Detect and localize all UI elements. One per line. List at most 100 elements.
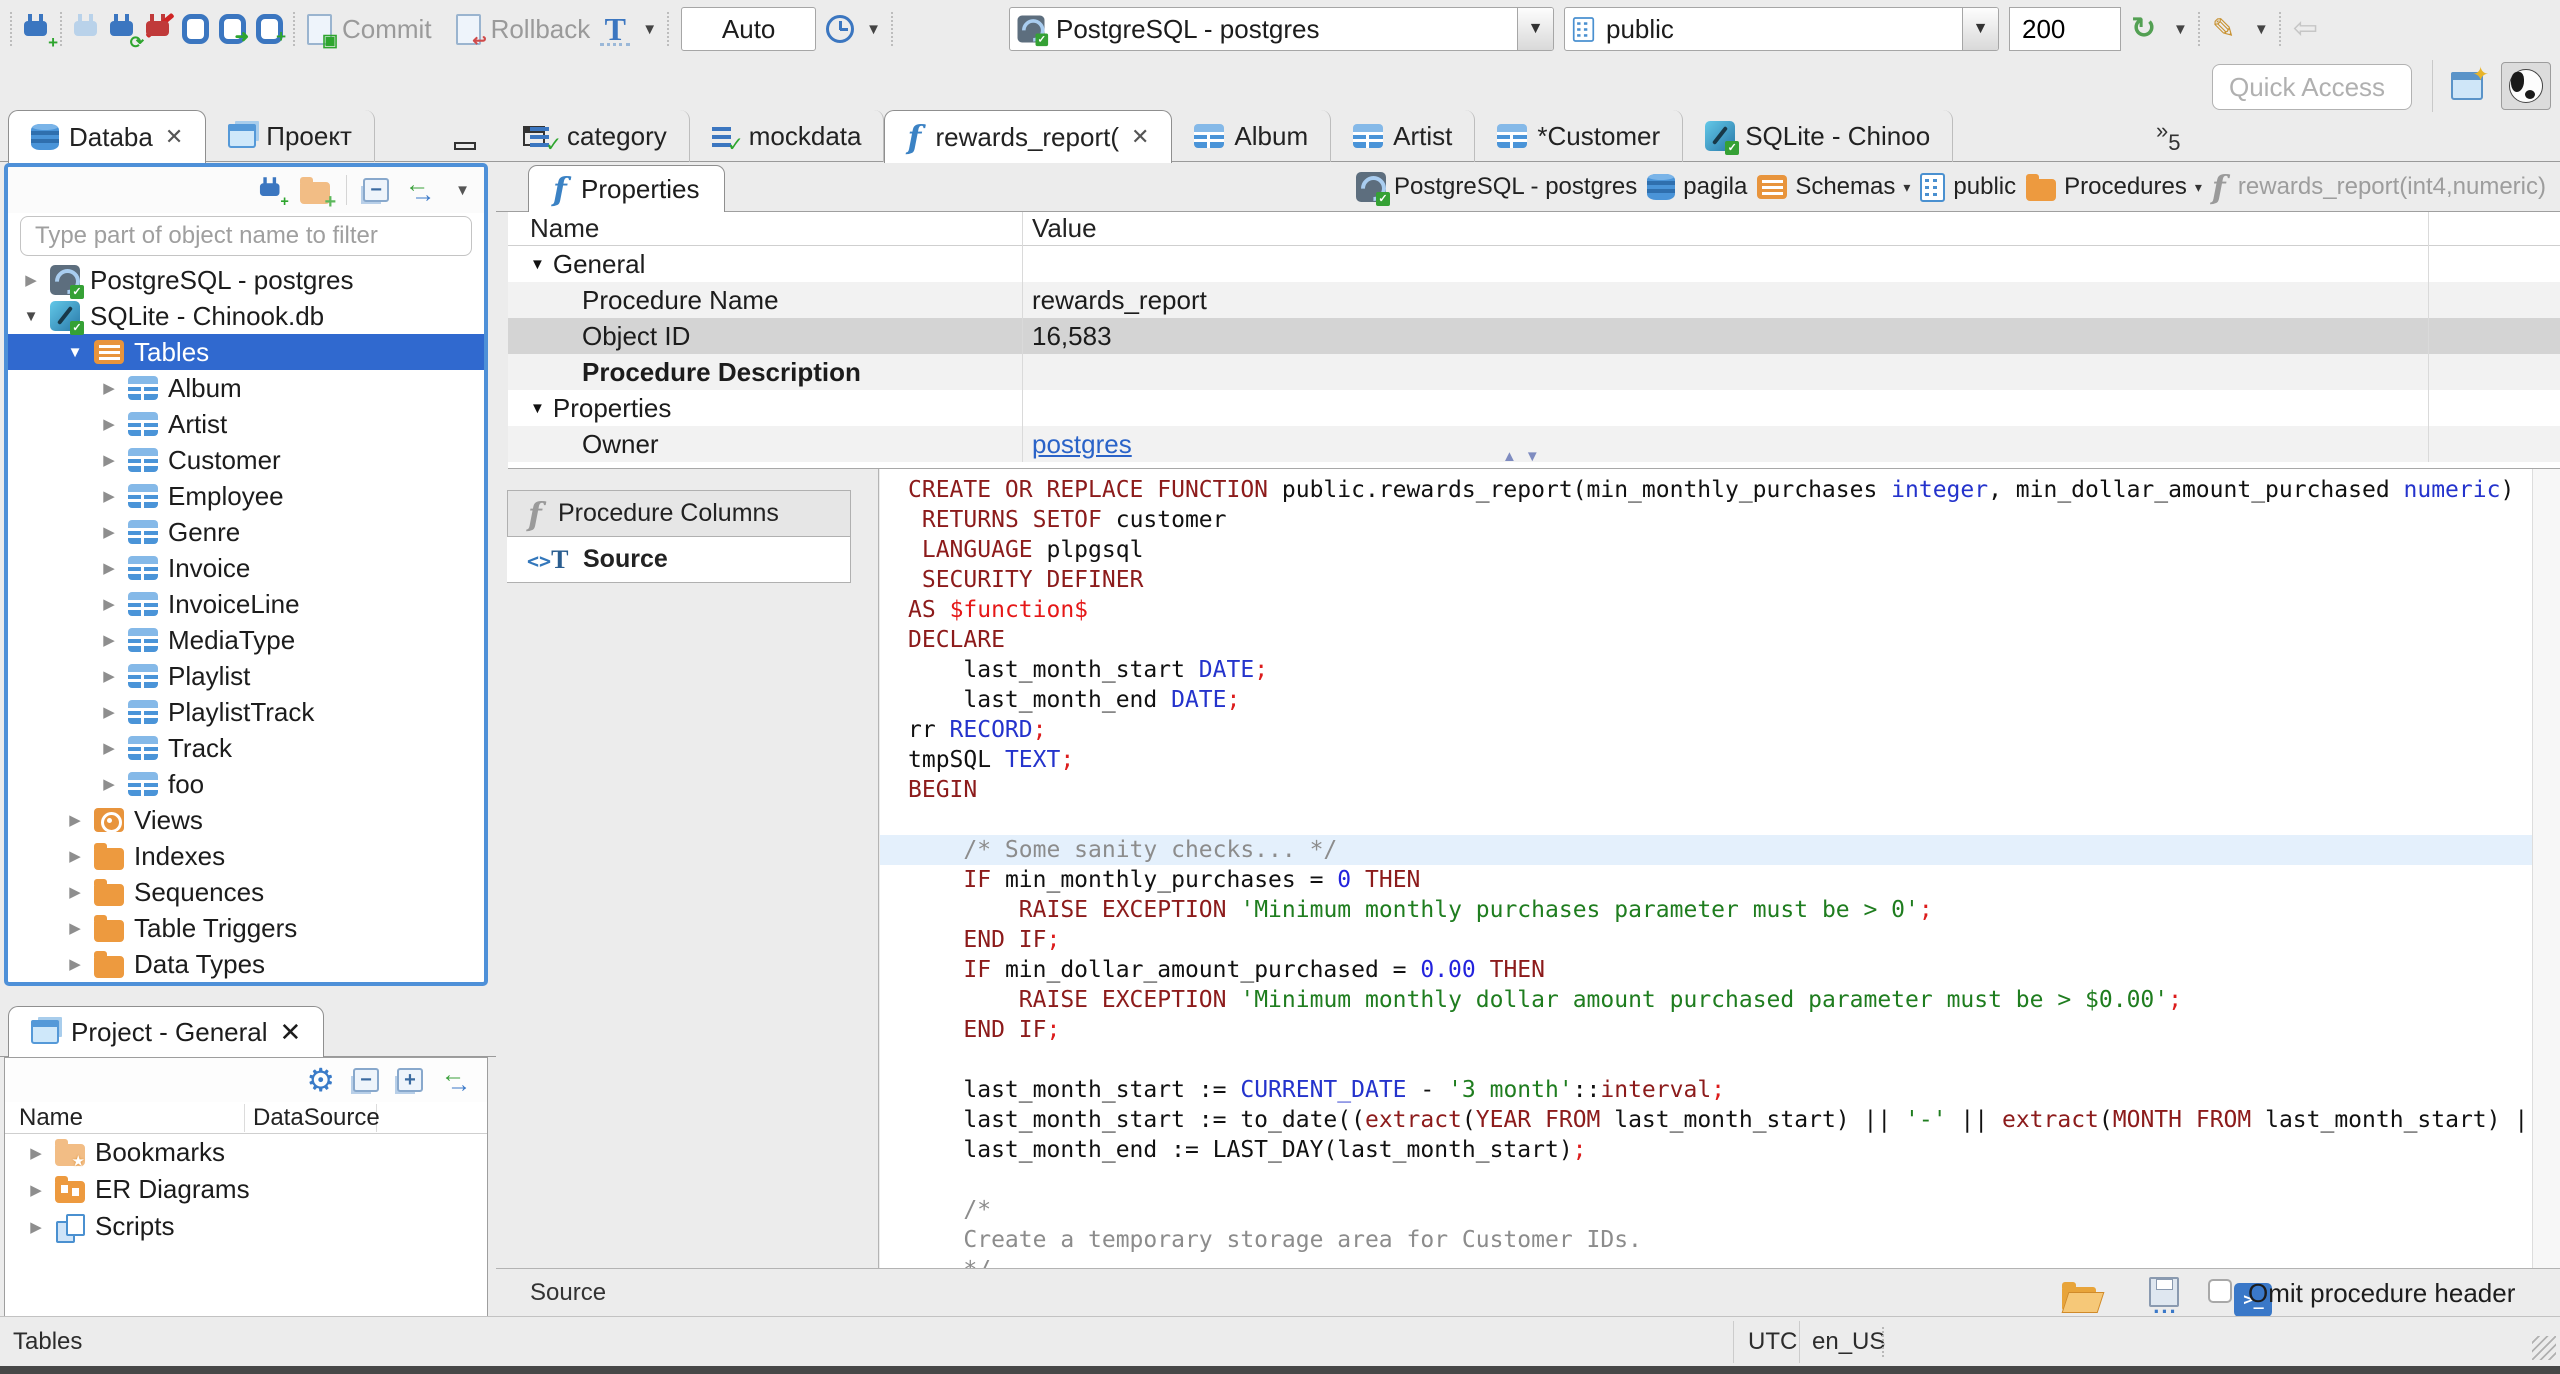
chevron-down-icon[interactable]: ▾ — [1903, 179, 1910, 196]
tree-item-employee[interactable]: ▶ Employee — [8, 478, 484, 514]
breadcrumb-item-public[interactable]: public — [1920, 172, 2016, 202]
chevron-down-icon[interactable]: ▼ — [530, 256, 545, 273]
chevron-right-icon[interactable]: ▶ — [27, 1144, 45, 1162]
editor-tab-category[interactable]: category — [508, 110, 690, 162]
tree-item-table-triggers[interactable]: ▶ Table Triggers — [8, 910, 484, 946]
project-item-scripts[interactable]: ▶ Scripts — [5, 1208, 487, 1245]
collapse-all-icon[interactable]: − — [363, 178, 390, 202]
sql-editor-new-icon[interactable]: + — [256, 14, 286, 45]
column-header-value[interactable]: Value — [1022, 213, 1097, 244]
tree-item-invoiceline[interactable]: ▶ InvoiceLine — [8, 586, 484, 622]
property-value-link[interactable]: postgres — [1032, 429, 1132, 459]
schema-combo[interactable]: public ▼ — [1564, 7, 1999, 51]
tree-item-sequences[interactable]: ▶ Sequences — [8, 874, 484, 910]
connection-combo[interactable]: PostgreSQL - postgres ▼ — [1009, 7, 1554, 51]
history-dropdown-icon[interactable]: ▼ — [866, 21, 881, 38]
refresh-dropdown-icon[interactable]: ▼ — [2173, 21, 2188, 38]
edit-pencil-icon[interactable]: ✎ — [2212, 14, 2242, 44]
tree-item-artist[interactable]: ▶ Artist — [8, 406, 484, 442]
chevron-right-icon[interactable]: ▶ — [66, 883, 84, 901]
connect-icon[interactable] — [74, 13, 100, 45]
chevron-right-icon[interactable]: ▶ — [100, 739, 118, 757]
property-row-properties[interactable]: ▼ Properties — [508, 390, 2560, 426]
code-scrollbar[interactable] — [2532, 469, 2560, 1268]
editor-tab-album[interactable]: Album — [1172, 110, 1332, 162]
omit-header-checkbox[interactable] — [2208, 1279, 2232, 1303]
tree-item-customer[interactable]: ▶ Customer — [8, 442, 484, 478]
chevron-right-icon[interactable]: ▶ — [66, 847, 84, 865]
column-header-name[interactable]: Name — [5, 1103, 245, 1132]
save-to-file-icon[interactable] — [2149, 1277, 2180, 1311]
grid-column-divider[interactable] — [1022, 212, 1023, 462]
chevron-right-icon[interactable]: ▶ — [100, 595, 118, 613]
tree-item-views[interactable]: ▶ Views — [8, 802, 484, 838]
editor-tab--customer[interactable]: *Customer — [1475, 110, 1684, 162]
chevron-right-icon[interactable]: ▶ — [100, 631, 118, 649]
commit-button[interactable]: Commit — [342, 14, 432, 45]
quick-access-input[interactable] — [2212, 64, 2412, 110]
commit-mode-combo[interactable]: Auto — [681, 7, 817, 51]
chevron-right-icon[interactable]: ▶ — [100, 775, 118, 793]
connection-dropdown-icon[interactable]: ▼ — [1517, 8, 1553, 50]
object-filter-input[interactable] — [20, 216, 472, 256]
refresh-icon[interactable]: ↻ — [2131, 14, 2161, 44]
breadcrumb-item-postgresql-postgres[interactable]: PostgreSQL - postgres — [1356, 172, 1637, 206]
sash-collapse-icons[interactable]: ▲▼ — [1502, 448, 1548, 465]
tree-item-indexes[interactable]: ▶ Indexes — [8, 838, 484, 874]
transaction-log-icon[interactable]: T — [600, 12, 631, 46]
tree-item-invoice[interactable]: ▶ Invoice — [8, 550, 484, 586]
transaction-dropdown-icon[interactable]: ▼ — [642, 21, 657, 38]
chevron-right-icon[interactable]: ▶ — [100, 415, 118, 433]
tab-projects[interactable]: Проект — [206, 110, 375, 162]
open-perspective-icon[interactable] — [2451, 62, 2489, 100]
property-row-procedure-name[interactable]: Procedure Name rewards_report — [508, 282, 2560, 318]
chevron-right-icon[interactable]: ▶ — [22, 271, 40, 289]
view-menu-icon[interactable]: ▼ — [455, 182, 470, 199]
collapse-all-icon[interactable]: − — [353, 1068, 379, 1092]
resize-grip[interactable] — [2532, 1336, 2556, 1360]
link-with-editor-icon[interactable] — [405, 171, 439, 209]
tab-properties[interactable]: Properties — [528, 165, 725, 212]
tree-item-foo[interactable]: ▶ foo — [8, 766, 484, 802]
chevron-right-icon[interactable]: ▶ — [100, 487, 118, 505]
gear-icon[interactable]: ⚙ — [306, 1064, 335, 1096]
editor-tab-artist[interactable]: Artist — [1331, 110, 1476, 162]
chevron-right-icon[interactable]: ▶ — [100, 379, 118, 397]
project-item-er-diagrams[interactable]: ▶ ER Diagrams — [5, 1171, 487, 1208]
tab-project-general[interactable]: Project - General ✕ — [8, 1006, 325, 1057]
link-with-editor-icon[interactable] — [441, 1061, 475, 1099]
project-item-bookmarks[interactable]: ▶ Bookmarks — [5, 1134, 487, 1171]
breadcrumb-item-schemas[interactable]: Schemas ▾ — [1757, 173, 1910, 201]
tree-item-postgresql-postgres[interactable]: ▶ PostgreSQL - postgres — [8, 262, 484, 299]
tree-item-mediatype[interactable]: ▶ MediaType — [8, 622, 484, 658]
breadcrumb-item-rewards-report-int4-numeric-[interactable]: rewards_report(int4,numeric) — [2212, 170, 2546, 204]
close-icon[interactable]: ✕ — [280, 1017, 302, 1048]
chevron-right-icon[interactable]: ▶ — [100, 667, 118, 685]
tree-item-playlist[interactable]: ▶ Playlist — [8, 658, 484, 694]
tree-item-album[interactable]: ▶ Album — [8, 370, 484, 406]
subtab-source[interactable]: <>T Source — [507, 536, 851, 583]
editor-tab-mockdata[interactable]: mockdata — [690, 110, 885, 162]
dbeaver-perspective-button[interactable] — [2501, 62, 2551, 110]
chevron-right-icon[interactable]: ▶ — [66, 919, 84, 937]
column-header-name[interactable]: Name — [508, 213, 1022, 244]
sql-source-editor[interactable]: CREATE OR REPLACE FUNCTION public.reward… — [880, 469, 2532, 1268]
tree-item-genre[interactable]: ▶ Genre — [8, 514, 484, 550]
chevron-right-icon[interactable]: ▶ — [27, 1218, 45, 1236]
commit-icon[interactable]: ▣ — [307, 13, 338, 49]
tree-item-track[interactable]: ▶ Track — [8, 730, 484, 766]
sql-editor-icon[interactable] — [182, 14, 209, 44]
schema-dropdown-icon[interactable]: ▼ — [1962, 8, 1998, 50]
transaction-history-icon[interactable] — [826, 15, 855, 43]
minimize-icon[interactable] — [454, 142, 477, 150]
pencil-dropdown-icon[interactable]: ▼ — [2254, 21, 2269, 38]
tab-overflow-button[interactable]: » 5 — [2156, 114, 2181, 156]
column-header-datasource[interactable]: DataSource — [245, 1103, 380, 1132]
subtab-procedure-columns[interactable]: Procedure Columns — [507, 490, 851, 537]
chevron-down-icon[interactable]: ▼ — [22, 308, 40, 325]
rollback-icon[interactable]: ↩ — [455, 13, 487, 49]
tree-item-data-types[interactable]: ▶ Data Types — [8, 946, 484, 982]
status-timezone[interactable]: UTC — [1748, 1328, 1797, 1356]
property-row-procedure-description[interactable]: Procedure Description — [508, 354, 2560, 390]
editor-tab-sqlite-chinoo[interactable]: SQLite - Chinoo — [1683, 110, 1954, 162]
